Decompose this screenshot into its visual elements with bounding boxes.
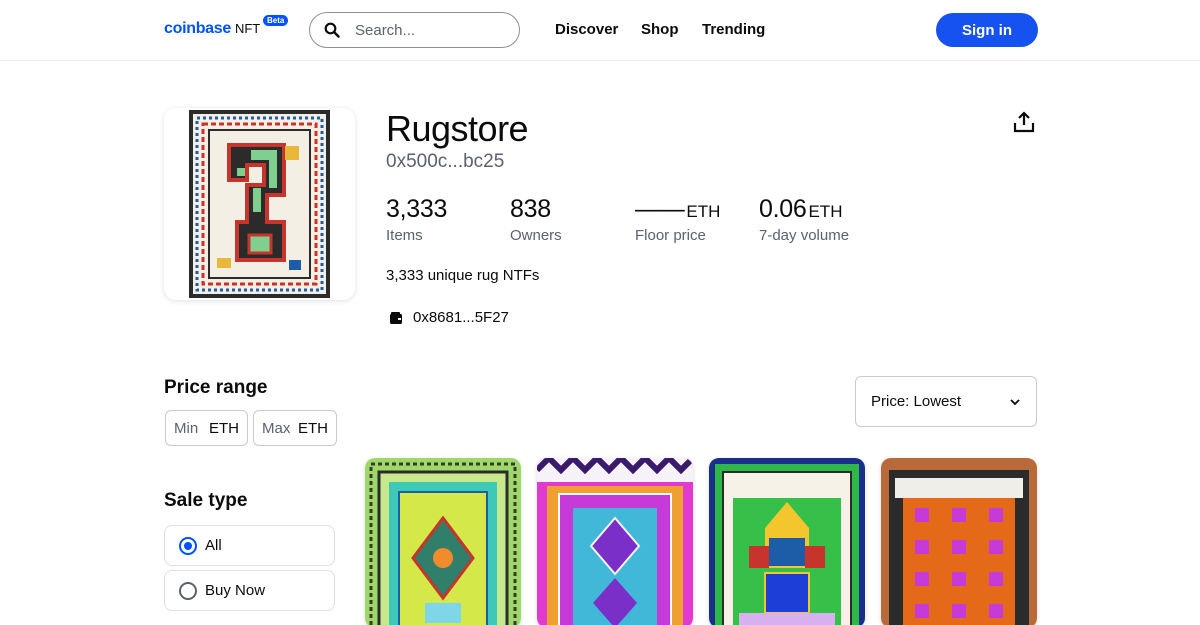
nft-card[interactable] <box>537 458 693 625</box>
collection-description: 3,333 unique rug NTFs <box>386 267 540 284</box>
nft-rug-image-magenta <box>537 458 693 625</box>
max-placeholder: Max <box>262 419 291 437</box>
stat-owners: 838 Owners <box>510 195 562 244</box>
share-icon[interactable] <box>1013 111 1035 133</box>
rug-question-mark-image <box>189 110 330 298</box>
nav-shop[interactable]: Shop <box>641 21 679 38</box>
contract-address[interactable]: 0x500c...bc25 <box>386 151 504 173</box>
stat-floor-price: —— ETH Floor price <box>635 195 720 244</box>
stat-volume-unit: ETH <box>808 202 843 221</box>
nft-rug-image-orange <box>881 458 1037 625</box>
stat-volume-value: 0.06 <box>759 195 807 223</box>
min-unit: ETH <box>209 419 239 437</box>
stat-floor-unit: ETH <box>686 202 721 221</box>
stat-volume: 0.06 ETH 7-day volume <box>759 195 849 244</box>
sale-type-buy-now-option[interactable]: Buy Now <box>164 570 335 611</box>
logo-wordmark: coinbase <box>164 20 231 37</box>
search-icon <box>324 22 340 38</box>
max-price-input[interactable]: Max ETH <box>253 410 337 446</box>
collection-avatar <box>164 108 355 300</box>
sale-type-buy-now-label: Buy Now <box>205 582 266 599</box>
max-unit: ETH <box>298 419 328 437</box>
stat-floor-value: —— <box>635 195 685 223</box>
sort-selected-value: Price: Lowest <box>871 393 962 410</box>
min-price-input[interactable]: Min ETH <box>165 410 248 446</box>
search-bar[interactable] <box>309 12 520 48</box>
stat-items-value: 3,333 <box>386 195 448 223</box>
radio-unselected-icon[interactable] <box>179 581 197 600</box>
collection-title: Rugstore <box>386 108 529 149</box>
radio-selected-icon[interactable] <box>179 536 197 555</box>
search-input[interactable] <box>355 21 505 39</box>
stat-owners-value: 838 <box>510 195 551 223</box>
nav-trending[interactable]: Trending <box>702 21 765 38</box>
stat-items: 3,333 Items <box>386 195 447 244</box>
sort-dropdown[interactable]: Price: Lowest <box>855 376 1037 427</box>
nav-discover[interactable]: Discover <box>555 21 618 38</box>
nft-card[interactable] <box>365 458 521 625</box>
sale-type-all-label: All <box>205 537 222 554</box>
beta-badge: Beta <box>263 15 289 26</box>
coinbase-nft-logo[interactable]: coinbase NFT Beta <box>164 15 289 38</box>
nft-card[interactable] <box>709 458 865 625</box>
min-placeholder: Min <box>174 419 199 437</box>
logo-nft-text: NFT <box>234 21 261 36</box>
chevron-down-icon <box>1010 398 1020 405</box>
stat-owners-label: Owners <box>510 227 562 244</box>
owner-address: 0x8681...5F27 <box>413 309 509 326</box>
sign-in-button[interactable]: Sign in <box>936 13 1038 47</box>
nft-card[interactable] <box>881 458 1037 625</box>
nft-rug-image-green <box>365 458 521 625</box>
stat-volume-label: 7-day volume <box>759 227 850 244</box>
wallet-icon <box>390 311 402 324</box>
sale-type-title: Sale type <box>164 490 248 511</box>
nft-rug-image-blue <box>709 458 865 625</box>
owner-address-row[interactable]: 0x8681...5F27 <box>389 309 509 326</box>
top-nav-bar: coinbase NFT Beta Discover Shop Trending… <box>0 0 1200 61</box>
price-range-title: Price range <box>164 377 268 398</box>
stat-floor-label: Floor price <box>635 227 706 244</box>
sale-type-all-option[interactable]: All <box>164 525 335 566</box>
stat-items-label: Items <box>386 227 423 244</box>
